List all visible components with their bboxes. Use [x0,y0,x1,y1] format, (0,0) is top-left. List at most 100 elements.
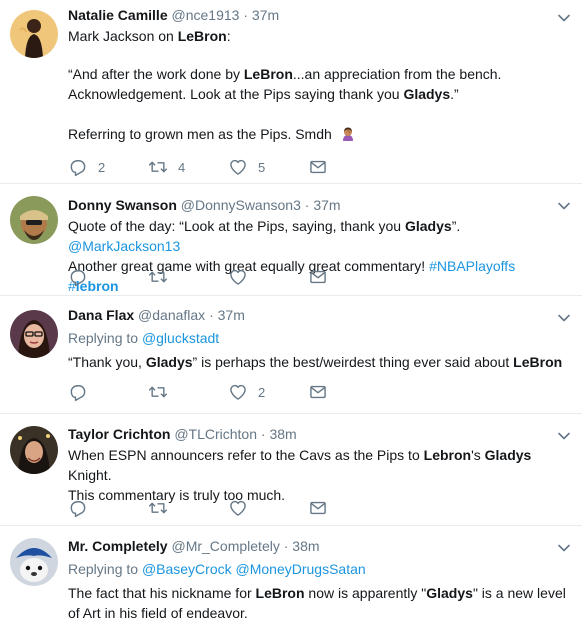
heart-icon [228,157,248,177]
highlight-keyword: LeBron [513,354,563,370]
action-bar: 2 [68,382,388,402]
retweet-button[interactable]: 4 [148,157,228,177]
envelope-icon [308,498,328,518]
retweet-icon [148,498,168,518]
action-bar [68,267,388,287]
tweet-header: Natalie Camille @nce1913 · 37m [68,6,568,24]
retweet-button[interactable] [148,267,228,287]
tweet[interactable]: Natalie Camille @nce1913 · 37m Mark Jack… [0,0,582,184]
display-name[interactable]: Taylor Crichton [68,426,170,442]
retweet-button[interactable] [148,382,228,402]
tweet-header: Mr. Completely @Mr_Completely · 38m [68,537,568,555]
highlight-keyword: Gladys [145,354,193,370]
reply-button[interactable] [68,267,148,287]
tweet-header: Taylor Crichton @TLCrichton · 38m [68,425,568,443]
retweet-count: 4 [178,159,186,175]
like-count: 2 [258,384,266,400]
envelope-icon [308,382,328,402]
tweet-text: When ESPN announcers refer to the Cavs a… [68,445,568,505]
retweet-icon [148,382,168,402]
mention-link[interactable]: @gluckstadt [142,330,219,346]
envelope-icon [308,157,328,177]
text-line: of Art in his field of endeavor. [68,603,568,623]
text-line: The fact that his nickname for LeBron no… [68,583,568,603]
tweet[interactable]: Mr. Completely @Mr_Completely · 38m Repl… [0,526,582,621]
text-line: “Thank you, Gladys” is perhaps the best/… [68,352,568,372]
text-segment: When ESPN announcers refer to the Cavs a… [68,447,424,463]
display-name[interactable]: Dana Flax [68,307,134,323]
mention-link[interactable]: @BaseyCrock [142,561,232,577]
highlight-keyword: LeBron [243,66,293,82]
mention-link[interactable]: @MarkJackson13 [68,238,180,254]
highlight-keyword: Gladys [426,585,473,601]
username[interactable]: @DonnySwanson3 [181,197,301,213]
like-button[interactable]: 2 [228,382,308,402]
reply-icon [68,267,88,287]
avatar[interactable] [10,538,58,586]
direct-message-button[interactable] [308,157,388,177]
highlight-keyword: Gladys [404,218,452,234]
hashtag-link[interactable]: #NBAPlayoffs [429,258,515,274]
text-segment: : [226,28,231,44]
tweet[interactable]: Donny Swanson @DonnySwanson3 · 37m Quote… [0,184,582,296]
highlight-keyword: Gladys [403,86,451,102]
like-button[interactable]: 5 [228,157,308,177]
retweet-icon [148,157,168,177]
tweet-text: Mark Jackson on LeBron: “And after the w… [68,26,568,147]
text-line: Referring to grown men as the Pips. Smdh [68,124,568,147]
timestamp[interactable]: 38m [292,538,319,554]
timestamp[interactable]: 37m [218,307,245,323]
mention-link[interactable]: @MoneyDrugsSatan [236,561,366,577]
avatar[interactable] [10,10,58,58]
reply-icon [68,157,88,177]
replying-to-label: Replying to [68,330,142,346]
direct-message-button[interactable] [308,267,388,287]
replying-to-label: Replying to [68,561,142,577]
separator-dot: · [243,7,248,23]
text-segment: Referring to grown men as the Pips. Smdh [68,126,332,142]
display-name[interactable]: Donny Swanson [68,197,177,213]
username[interactable]: @Mr_Completely [171,538,279,554]
text-segment: Quote of the day: “Look at the Pips, say… [68,218,405,234]
avatar[interactable] [10,426,58,474]
action-bar: 2 4 5 [68,157,388,177]
reply-button[interactable] [68,382,148,402]
heart-icon [228,498,248,518]
separator-dot: · [304,197,310,213]
tweet-header: Dana Flax @danaflax · 37m [68,306,568,324]
text-segment: “Thank you, [68,354,146,370]
retweet-button[interactable] [148,498,228,518]
username[interactable]: @danaflax [138,307,205,323]
reply-button[interactable] [68,498,148,518]
tweet[interactable]: Taylor Crichton @TLCrichton · 38m When E… [0,414,582,526]
timestamp[interactable]: 37m [252,7,279,23]
text-segment: ”. [451,218,461,234]
replying-to: Replying to @BaseyCrock @MoneyDrugsSatan [68,559,568,579]
display-name[interactable]: Natalie Camille [68,7,168,23]
text-segment: ...an appreciation from the bench. [292,66,502,82]
text-segment: The fact that his nickname for [68,585,256,601]
like-button[interactable] [228,498,308,518]
avatar[interactable] [10,196,58,244]
reply-icon [68,498,88,518]
direct-message-button[interactable] [308,382,388,402]
retweet-icon [148,267,168,287]
timestamp[interactable]: 37m [313,197,340,213]
like-button[interactable] [228,267,308,287]
like-count: 5 [258,159,266,175]
separator-dot: · [283,538,289,554]
text-segment: of Art in his field of endeavor. [68,605,248,621]
display-name[interactable]: Mr. Completely [68,538,168,554]
username[interactable]: @nce1913 [172,7,240,23]
direct-message-button[interactable] [308,498,388,518]
reply-button[interactable]: 2 [68,157,148,177]
tweet[interactable]: Dana Flax @danaflax · 37m Replying to @g… [0,296,582,414]
text-line: Quote of the day: “Look at the Pips, say… [68,216,568,256]
username[interactable]: @TLCrichton [174,426,257,442]
avatar[interactable] [10,310,58,358]
timestamp[interactable]: 38m [269,426,296,442]
highlight-keyword: LeBron [177,28,227,44]
text-line: Acknowledgement. Look at the Pips saying… [68,84,568,104]
text-segment: Acknowledgement. Look at the Pips saying… [68,86,404,102]
separator-dot: · [209,307,214,323]
